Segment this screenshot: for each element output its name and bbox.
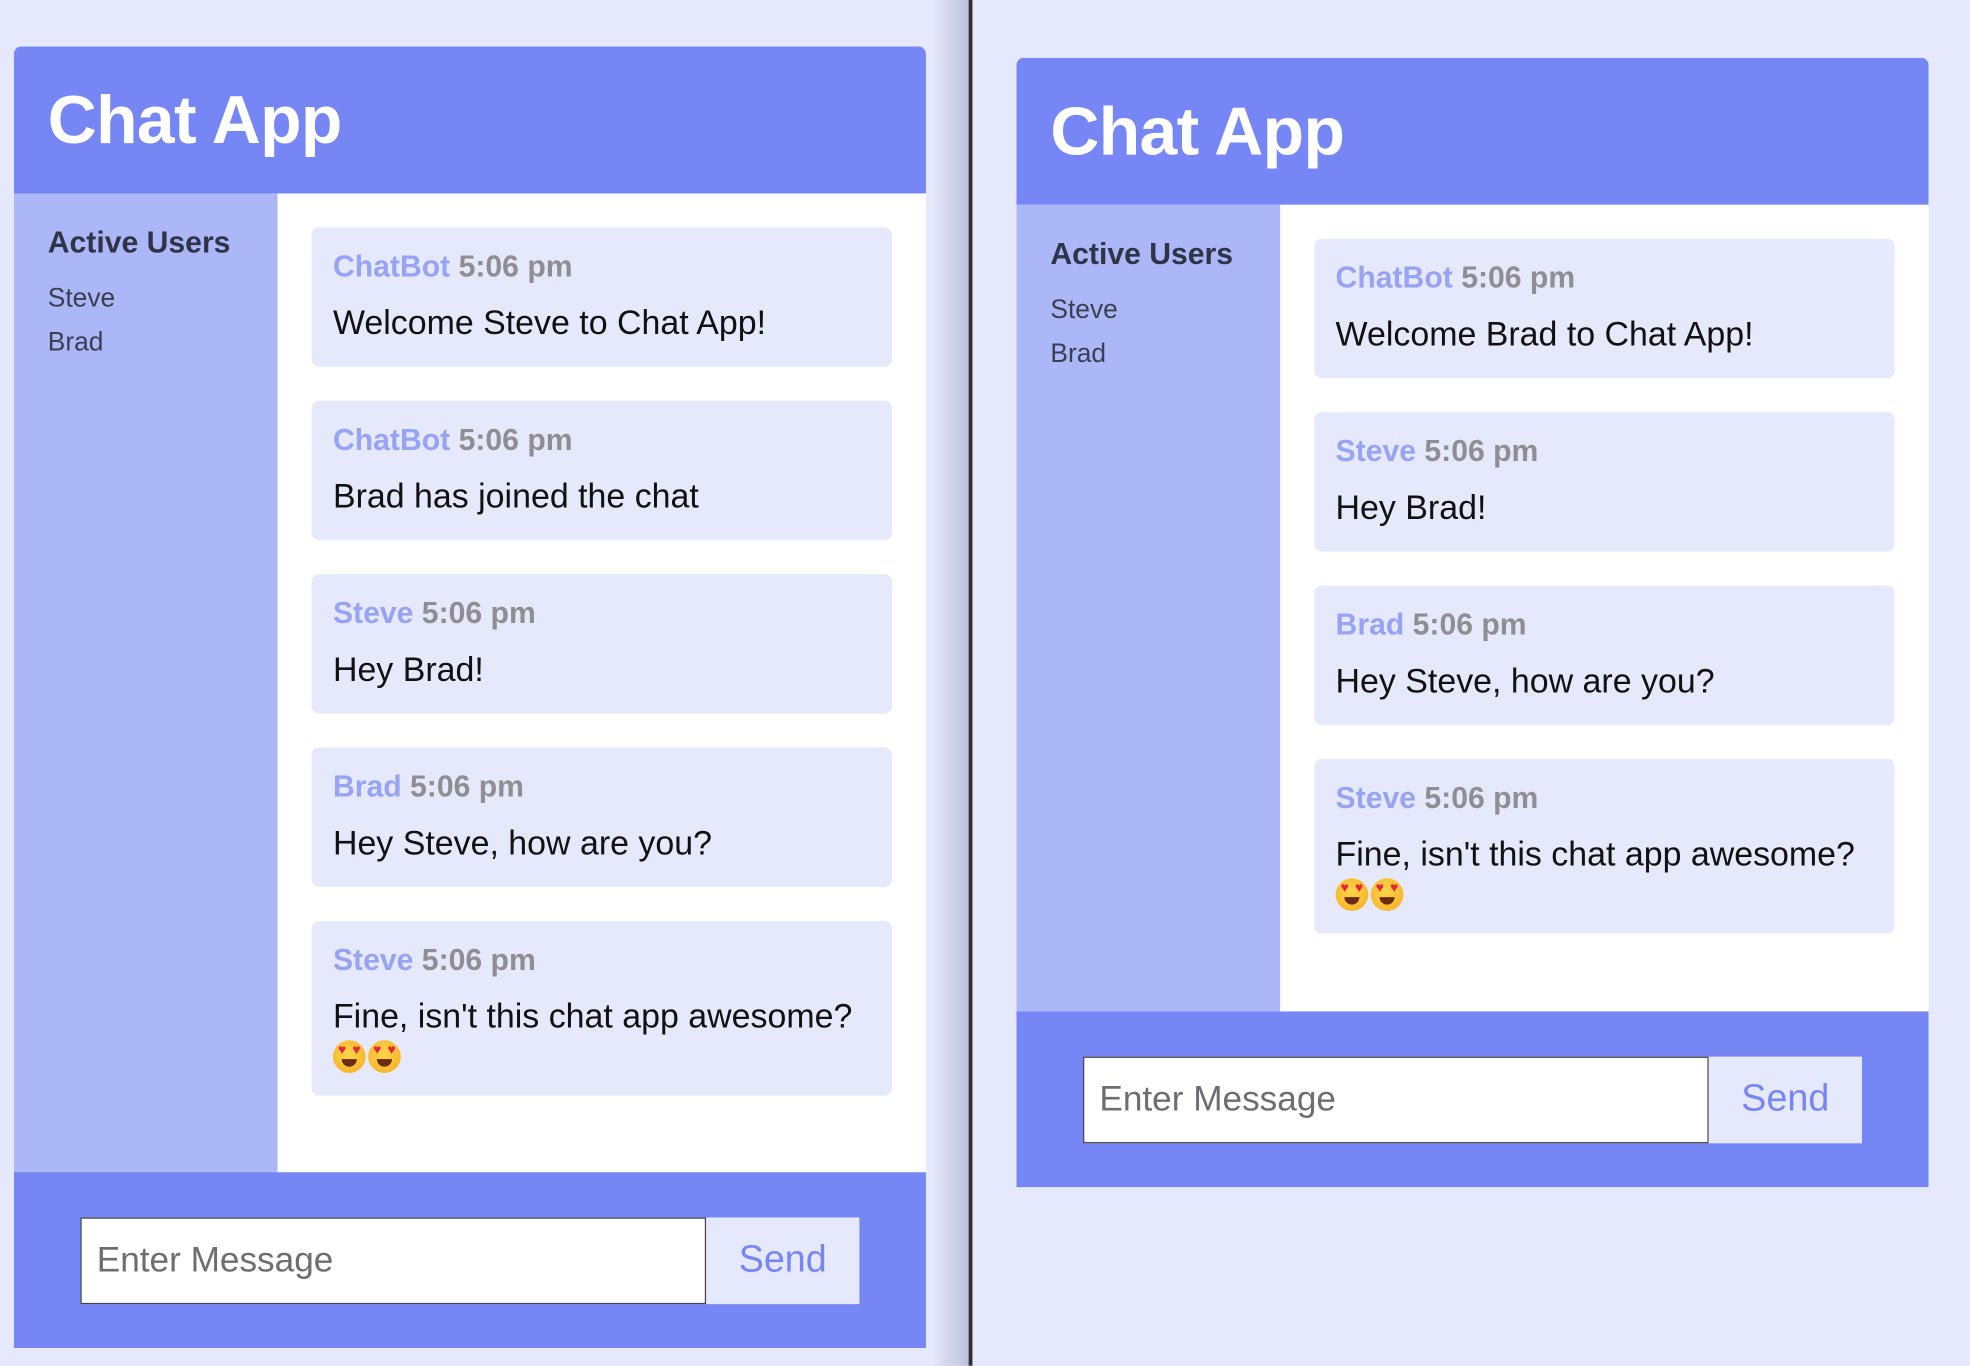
message: Steve 5:06 pm Fine, isn't this chat app … bbox=[1314, 758, 1895, 934]
message: Steve 5:06 pm Fine, isn't this chat app … bbox=[311, 920, 893, 1096]
user-list: Steve Brad bbox=[48, 276, 244, 364]
active-users-heading: Active Users bbox=[47, 226, 231, 261]
message-text: Fine, isn't this chat app awesome? bbox=[1335, 835, 1855, 874]
message: Steve 5:06 pm Hey Brad! bbox=[1314, 412, 1895, 552]
message-meta: Brad 5:06 pm bbox=[333, 769, 871, 807]
message-sender: Steve bbox=[332, 943, 414, 978]
message-time: 5:06 pm bbox=[421, 943, 536, 978]
message-text: Welcome Steve to Chat App! bbox=[332, 304, 767, 342]
message: ChatBot 5:06 pm Welcome Steve to Chat Ap… bbox=[311, 227, 893, 367]
emoji-row bbox=[1335, 878, 1874, 911]
active-users-heading: Active Users bbox=[1050, 237, 1234, 272]
message-list: ChatBot 5:06 pm Welcome Steve to Chat Ap… bbox=[277, 193, 926, 1174]
message-meta: ChatBot 5:06 pm bbox=[333, 422, 871, 460]
message-time: 5:06 pm bbox=[410, 770, 524, 805]
message-text: Hey Steve, how are you? bbox=[1335, 662, 1715, 700]
window-divider bbox=[968, 0, 973, 1366]
message-text: Fine, isn't this chat app awesome? bbox=[332, 997, 853, 1036]
heart-eyes-emoji-icon bbox=[332, 1040, 366, 1073]
message-text: Hey Brad! bbox=[332, 650, 484, 689]
message-input[interactable] bbox=[1083, 1056, 1709, 1143]
message-list: ChatBot 5:06 pm Welcome Brad to Chat App… bbox=[1280, 204, 1929, 1012]
desktop: Chat App Active Users Steve Brad ChatBot… bbox=[0, 0, 1970, 1366]
message-form: Send bbox=[13, 1172, 926, 1349]
send-button[interactable]: Send bbox=[1708, 1056, 1862, 1143]
message-sender: Steve bbox=[1335, 781, 1417, 816]
message: Brad 5:06 pm Hey Steve, how are you? bbox=[1314, 585, 1895, 725]
message-sender: ChatBot bbox=[332, 250, 451, 284]
sidebar: Active Users Steve Brad bbox=[13, 193, 278, 1174]
emoji-row bbox=[332, 1040, 871, 1073]
message-time: 5:06 pm bbox=[458, 250, 573, 284]
message-sender: Steve bbox=[332, 596, 414, 631]
chat-header: Chat App bbox=[1016, 57, 1929, 205]
user-item: Steve bbox=[1050, 295, 1118, 325]
message: Steve 5:06 pm Hey Brad! bbox=[311, 574, 893, 714]
message-meta: Steve 5:06 pm bbox=[333, 596, 871, 634]
heart-eyes-emoji-icon bbox=[1335, 878, 1369, 911]
message-sender: Brad bbox=[332, 770, 402, 805]
message-time: 5:06 pm bbox=[1461, 261, 1576, 296]
app-title: Chat App bbox=[1050, 93, 1345, 169]
chat-container-left: Chat App Active Users Steve Brad ChatBot… bbox=[13, 46, 926, 1349]
chat-header: Chat App bbox=[13, 46, 926, 194]
user-item: Brad bbox=[1050, 339, 1107, 369]
app-title: Chat App bbox=[47, 82, 343, 158]
message-time: 5:06 pm bbox=[1424, 781, 1539, 816]
message-text: Welcome Brad to Chat App! bbox=[1335, 315, 1754, 354]
message-sender: Steve bbox=[1335, 434, 1417, 469]
sidebar: Active Users Steve Brad bbox=[1016, 204, 1281, 1012]
heart-eyes-emoji-icon bbox=[368, 1040, 401, 1073]
message-meta: ChatBot 5:06 pm bbox=[333, 249, 871, 287]
user-item: Steve bbox=[47, 283, 116, 313]
heart-eyes-emoji-icon bbox=[1370, 878, 1404, 911]
message-meta: Brad 5:06 pm bbox=[1336, 607, 1874, 645]
message-sender: ChatBot bbox=[332, 423, 451, 458]
message-meta: ChatBot 5:06 pm bbox=[1336, 260, 1874, 298]
message-text: Hey Steve, how are you? bbox=[332, 824, 712, 862]
screen: Chat App Active Users Steve Brad ChatBot… bbox=[0, 0, 1970, 1366]
message-meta: Steve 5:06 pm bbox=[333, 942, 871, 980]
message-meta: Steve 5:06 pm bbox=[1336, 433, 1874, 471]
message-sender: ChatBot bbox=[1335, 261, 1453, 296]
message-time: 5:06 pm bbox=[458, 423, 573, 458]
message-text: Hey Brad! bbox=[1335, 488, 1487, 527]
user-item: Brad bbox=[47, 327, 104, 357]
message-time: 5:06 pm bbox=[1412, 608, 1527, 643]
message-sender: Brad bbox=[1335, 608, 1405, 643]
message-meta: Steve 5:06 pm bbox=[1336, 780, 1874, 818]
message-time: 5:06 pm bbox=[421, 596, 536, 631]
message: ChatBot 5:06 pm Brad has joined the chat bbox=[311, 400, 893, 541]
chat-container-right: Chat App Active Users Steve Brad ChatBot… bbox=[1016, 57, 1929, 1188]
message-form: Send bbox=[1016, 1011, 1929, 1188]
message: Brad 5:06 pm Hey Steve, how are you? bbox=[311, 747, 893, 888]
message: ChatBot 5:06 pm Welcome Brad to Chat App… bbox=[1314, 238, 1895, 379]
send-button[interactable]: Send bbox=[706, 1216, 860, 1304]
message-input[interactable] bbox=[80, 1216, 707, 1304]
user-list: Steve Brad bbox=[1050, 288, 1246, 376]
message-text: Brad has joined the chat bbox=[332, 477, 699, 516]
message-time: 5:06 pm bbox=[1424, 434, 1539, 469]
